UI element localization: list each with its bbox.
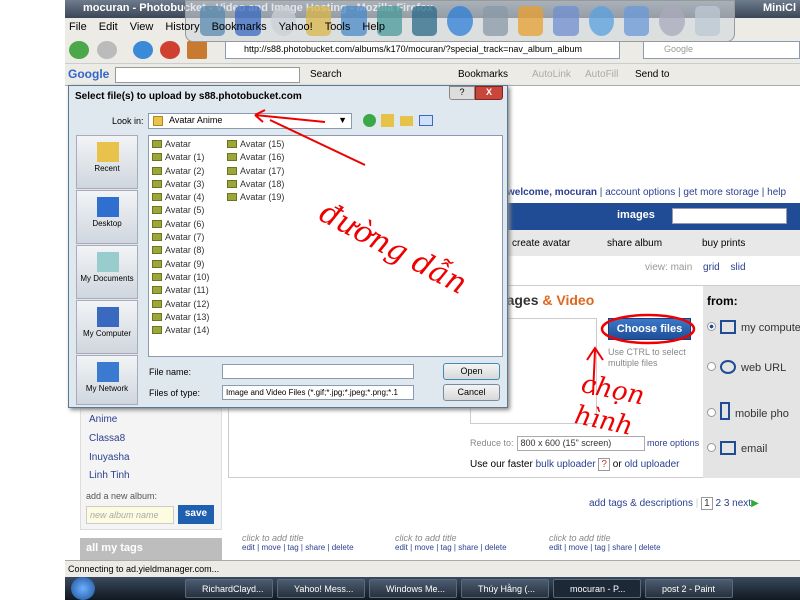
task-button[interactable]: Thúy Hằng (...	[461, 579, 549, 598]
status-bar: Connecting to ad.yieldmanager.com...	[65, 560, 800, 577]
menu-bookmarks[interactable]: Bookmarks	[212, 21, 267, 33]
arrow-to-look-in	[254, 109, 366, 166]
menu-view[interactable]: View	[130, 21, 154, 33]
task-button[interactable]: Windows Me...	[369, 579, 457, 598]
task-button[interactable]: mocuran - P...	[553, 579, 641, 598]
taskbar: RichardClayd... Yahoo! Mess... Windows M…	[65, 577, 800, 600]
task-button[interactable]: RichardClayd...	[185, 579, 273, 598]
menu-edit[interactable]: Edit	[99, 21, 118, 33]
choose-files-circle	[600, 313, 696, 345]
menu-file[interactable]: File	[69, 21, 87, 33]
menu-help[interactable]: Help	[362, 21, 385, 33]
menu-tools[interactable]: Tools	[325, 21, 351, 33]
menu-yahoo[interactable]: Yahoo!	[279, 21, 313, 33]
screen: mocuran - Photobucket - Video and Image …	[65, 0, 800, 600]
task-button[interactable]: post 2 - Paint	[645, 579, 733, 598]
task-button[interactable]: Yahoo! Mess...	[277, 579, 365, 598]
menu-bar: File Edit View History Bookmarks Yahoo! …	[65, 18, 800, 36]
menu-history[interactable]: History	[165, 21, 199, 33]
start-button[interactable]	[71, 577, 95, 600]
